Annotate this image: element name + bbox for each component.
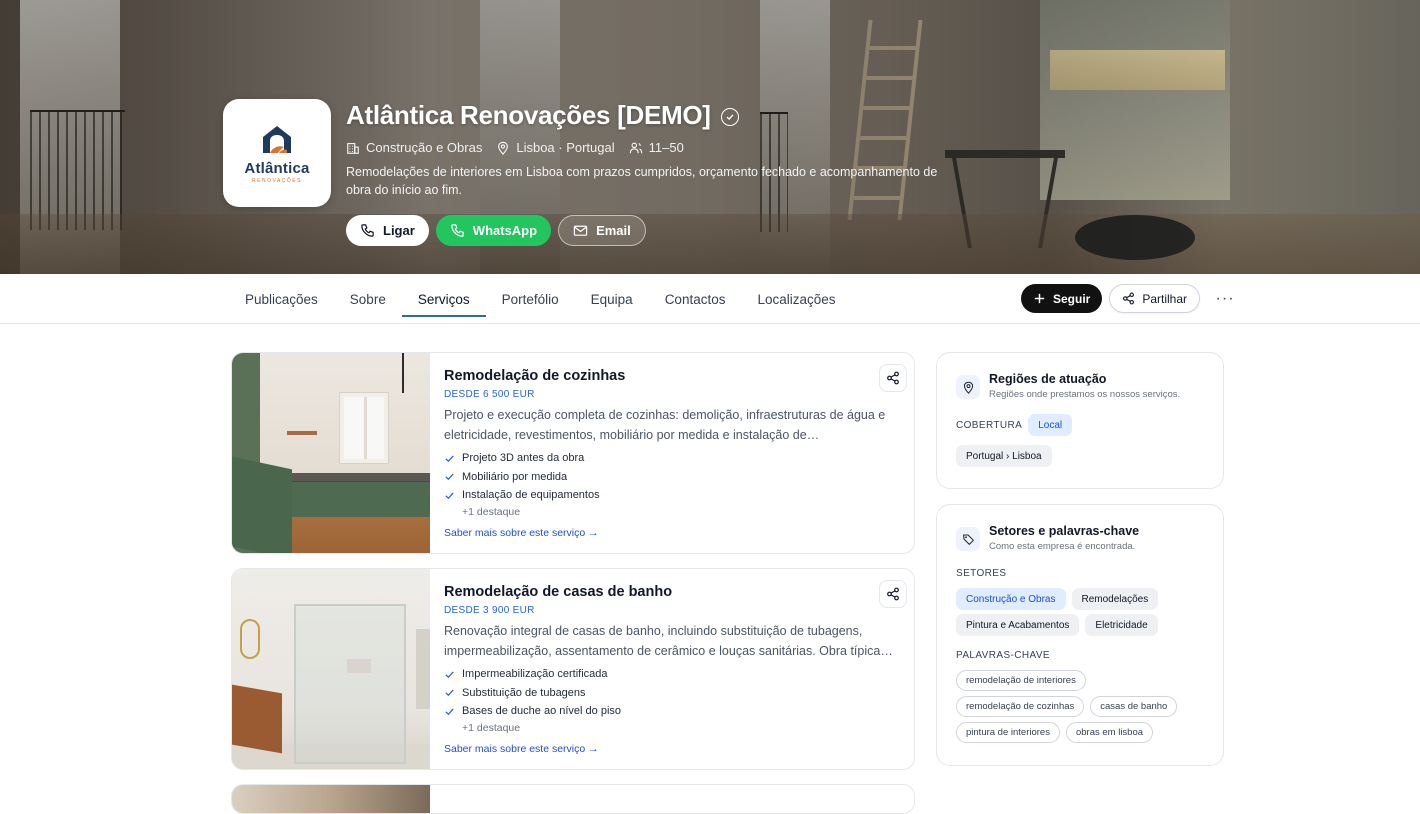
service-title[interactable]: Remodelação de casas de banho [444, 584, 904, 600]
service-description: Renovação integral de casas de banho, in… [444, 624, 893, 658]
highlight-item: Mobiliário por medida [444, 468, 904, 487]
service-learn-more-link[interactable]: Saber mais sobre este serviço → [444, 527, 904, 539]
profile-nav: Publicações Sobre Serviços Portefólio Eq… [0, 274, 1420, 324]
logo-house-icon [263, 125, 291, 153]
verified-check-icon [720, 108, 739, 126]
check-icon [445, 671, 454, 678]
check-icon [445, 473, 454, 481]
logo-wordmark: Atlântica [244, 159, 310, 177]
regions-card: Regiões de atuação Regiões onde prestamo… [936, 352, 1224, 489]
sector-chip-list: Construção e Obras Remodelações Pintura … [956, 588, 1204, 636]
plus-icon [1034, 293, 1045, 304]
regions-subtitle: Regiões onde prestamos os nossos serviço… [989, 389, 1181, 400]
share-icon [1123, 292, 1135, 305]
users-icon [629, 142, 642, 153]
check-icon [445, 455, 454, 462]
check-icon [445, 492, 454, 499]
follow-button[interactable]: Seguir [1021, 284, 1103, 313]
keyword-chip-list: remodelação de interiores remodelação de… [956, 670, 1204, 743]
service-card[interactable]: Remodelação de casas de banho DESDE 3 90… [231, 568, 915, 770]
service-share-button[interactable] [879, 580, 907, 608]
check-icon [445, 708, 454, 715]
share-icon [887, 587, 899, 601]
service-share-button[interactable] [879, 364, 907, 392]
keyword-chip[interactable]: casas de banho [1090, 696, 1178, 717]
service-title[interactable]: Remodelação de cozinhas [444, 368, 904, 384]
coverage-badge: Local [1028, 414, 1073, 436]
highlight-item: Substituição de tubagens [444, 684, 904, 703]
service-highlights: Projeto 3D antes da obra Mobiliário por … [444, 449, 904, 505]
tab-publicacoes[interactable]: Publicações [229, 274, 334, 324]
service-highlights: Impermeabilização certificada Substituiç… [444, 665, 904, 721]
company-tagline: Remodelações de interiores em Lisboa com… [346, 165, 938, 197]
sector-chip[interactable]: Construção e Obras [956, 588, 1066, 610]
region-chip[interactable]: Portugal › Lisboa [956, 445, 1052, 467]
service-image-kitchen [232, 353, 430, 553]
more-highlights-count: +1 destaque [462, 505, 521, 518]
keyword-chip[interactable]: obras em lisboa [1065, 722, 1154, 743]
service-card[interactable] [231, 784, 915, 814]
company-header: Atlântica Renovações [DEMO] Construção e… [346, 100, 956, 246]
sector-chip[interactable]: Eletricidade [1085, 614, 1158, 636]
sectors-label: SETORES [956, 568, 1007, 579]
logo-tagline: RENOVAÇÕES [252, 177, 302, 184]
tab-list: Publicações Sobre Serviços Portefólio Eq… [229, 274, 852, 324]
tab-servicos[interactable]: Serviços [401, 274, 486, 324]
mail-icon [573, 225, 588, 236]
call-button[interactable]: Ligar [346, 215, 429, 246]
tab-portefolio[interactable]: Portefólio [486, 274, 575, 324]
cover-banner: Atlântica RENOVAÇÕES Atlântica Renovaçõe… [0, 0, 1420, 274]
map-pin-icon [956, 375, 980, 399]
service-price: DESDE 3 900 EUR [444, 605, 535, 616]
company-size: 11–50 [629, 140, 684, 155]
phone-icon [361, 224, 374, 237]
more-highlights-count: +1 destaque [462, 721, 521, 734]
service-price: DESDE 6 500 EUR [444, 389, 535, 400]
service-learn-more-link[interactable]: Saber mais sobre este serviço → [444, 743, 904, 755]
service-description: Projeto e execução completa de cozinhas:… [444, 408, 886, 442]
keywords-label: PALAVRAS-CHAVE [956, 650, 1050, 661]
more-options-button[interactable]: ··· [1210, 284, 1240, 313]
sectors-title: Setores e palavras-chave [989, 524, 1140, 538]
tab-equipa[interactable]: Equipa [575, 274, 649, 324]
sectors-subtitle: Como esta empresa é encontrada. [989, 541, 1136, 552]
tag-icon [956, 527, 980, 551]
tab-sobre[interactable]: Sobre [334, 274, 402, 324]
sector-chip[interactable]: Pintura e Acabamentos [956, 614, 1080, 636]
share-icon [887, 371, 899, 385]
check-icon [445, 689, 454, 697]
building-icon [347, 142, 359, 154]
highlight-item: Instalação de equipamentos [444, 486, 904, 505]
company-sector: Construção e Obras [346, 140, 482, 155]
share-profile-button[interactable]: Partilhar [1109, 284, 1201, 313]
sectors-keywords-card: Setores e palavras-chave Como esta empre… [936, 504, 1224, 766]
service-image-bathroom [232, 569, 430, 769]
company-logo: Atlântica RENOVAÇÕES [223, 99, 331, 207]
whatsapp-button[interactable]: WhatsApp [435, 215, 552, 246]
keyword-chip[interactable]: remodelação de interiores [956, 670, 1086, 691]
highlight-item: Bases de duche ao nível do piso [444, 702, 904, 721]
whatsapp-phone-icon [451, 224, 464, 237]
highlight-item: Impermeabilização certificada [444, 665, 904, 684]
keyword-chip[interactable]: pintura de interiores [956, 722, 1060, 743]
company-location: Lisboa · Portugal [496, 140, 615, 155]
service-card[interactable]: Remodelação de cozinhas DESDE 6 500 EUR … [231, 352, 915, 554]
sector-chip[interactable]: Remodelações [1071, 588, 1159, 610]
tab-contactos[interactable]: Contactos [649, 274, 742, 324]
map-pin-icon [498, 141, 509, 155]
coverage-label: COBERTURA [956, 419, 1023, 431]
company-name: Atlântica Renovações [DEMO] [346, 100, 711, 130]
highlight-item: Projeto 3D antes da obra [444, 449, 904, 468]
tab-localizacoes[interactable]: Localizações [741, 274, 851, 324]
regions-title: Regiões de atuação [989, 372, 1107, 386]
keyword-chip[interactable]: remodelação de cozinhas [956, 696, 1085, 717]
email-button[interactable]: Email [558, 215, 646, 246]
service-image [232, 785, 430, 813]
